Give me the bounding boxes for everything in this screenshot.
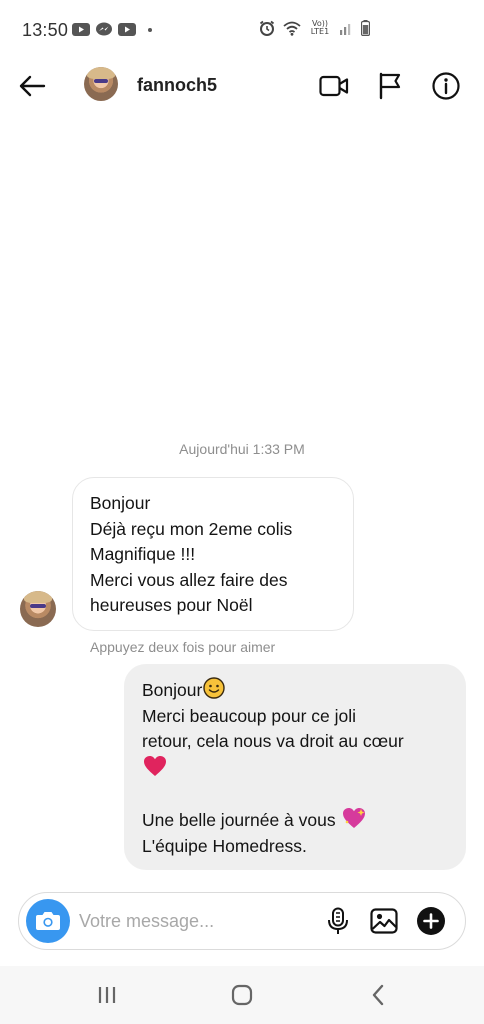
message-line: L'équipe Homedress. bbox=[142, 835, 307, 856]
outgoing-message-bubble[interactable]: Bonjour Merci beaucoup pour ce joli reto… bbox=[124, 664, 466, 870]
back-button[interactable] bbox=[16, 70, 48, 102]
message-timestamp: Aujourd'hui 1:33 PM bbox=[179, 441, 305, 457]
chevron-left-icon bbox=[372, 984, 384, 1006]
slightly-smiling-face-emoji bbox=[203, 677, 226, 699]
double-tap-like-hint: Appuyez deux fois pour aimer bbox=[90, 639, 276, 655]
notification-icons bbox=[72, 22, 152, 37]
image-icon bbox=[370, 908, 398, 934]
message-line: Bonjour bbox=[142, 677, 448, 704]
system-navigation-bar bbox=[0, 966, 484, 1024]
message-line: Merci beaucoup pour ce joli bbox=[142, 705, 357, 726]
message-input[interactable] bbox=[79, 907, 309, 935]
info-icon bbox=[432, 72, 460, 100]
volte-label: Vo)) LTE1 bbox=[310, 19, 330, 36]
video-camera-icon bbox=[319, 75, 349, 97]
message-line: Une belle journée à vous bbox=[142, 807, 448, 834]
signal-icon bbox=[340, 24, 351, 35]
sender-avatar[interactable] bbox=[20, 591, 56, 627]
flag-icon bbox=[379, 72, 401, 100]
contact-username[interactable]: fannoch5 bbox=[137, 75, 217, 96]
youtube-icon bbox=[118, 23, 136, 36]
voice-message-button[interactable] bbox=[323, 906, 353, 936]
video-call-button[interactable] bbox=[318, 70, 350, 102]
red-heart-emoji bbox=[144, 755, 166, 776]
status-time: 13:50 bbox=[22, 20, 69, 40]
report-button[interactable] bbox=[374, 70, 406, 102]
chat-header: fannoch5 bbox=[0, 60, 484, 112]
message-line: Déjà reçu mon 2eme colis bbox=[90, 518, 293, 539]
messenger-icon bbox=[96, 22, 112, 36]
incoming-message-bubble[interactable]: Bonjour Déjà reçu mon 2eme colis Magnifi… bbox=[72, 477, 354, 631]
system-icons: Vo)) LTE1 bbox=[259, 20, 370, 36]
battery-icon bbox=[361, 20, 370, 36]
alarm-icon bbox=[259, 20, 275, 36]
status-bar: 13:50 Vo)) LTE1 bbox=[0, 0, 484, 60]
camera-button[interactable] bbox=[26, 899, 70, 943]
home-button[interactable] bbox=[226, 980, 258, 1010]
arrow-left-icon bbox=[19, 75, 46, 97]
plus-circle-icon bbox=[417, 907, 445, 935]
camera-icon bbox=[36, 912, 60, 930]
message-line: retour, cela nous va droit au cœur bbox=[142, 731, 404, 752]
message-composer bbox=[18, 892, 466, 950]
recents-icon bbox=[98, 987, 116, 1003]
message-line: Bonjour bbox=[90, 493, 151, 513]
microphone-icon bbox=[328, 907, 348, 934]
gallery-button[interactable] bbox=[369, 906, 399, 936]
message-line: Merci vous allez faire des bbox=[90, 569, 288, 590]
message-line bbox=[142, 755, 448, 782]
more-options-button[interactable] bbox=[416, 906, 446, 936]
message-line: heureuses pour Noël bbox=[90, 595, 253, 616]
contact-avatar[interactable] bbox=[84, 67, 118, 101]
youtube-icon bbox=[72, 23, 90, 36]
sparkling-heart-emoji bbox=[343, 807, 366, 828]
more-notifications-dot bbox=[148, 27, 152, 32]
recents-button[interactable] bbox=[91, 980, 123, 1010]
message-line: Magnifique !!! bbox=[90, 544, 196, 565]
wifi-icon bbox=[283, 21, 301, 36]
info-button[interactable] bbox=[430, 70, 462, 102]
system-back-button[interactable] bbox=[362, 980, 394, 1010]
home-icon bbox=[231, 984, 253, 1006]
